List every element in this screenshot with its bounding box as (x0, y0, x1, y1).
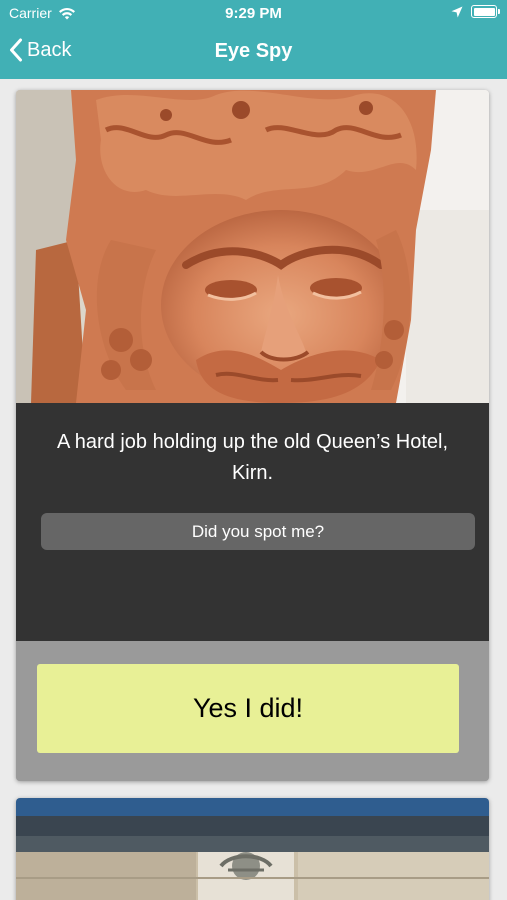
did-you-spot-me-button[interactable]: Did you spot me? (41, 513, 475, 550)
page-title: Eye Spy (214, 40, 293, 62)
app-header: Carrier 9:29 PM Back Eye Spy (0, 0, 507, 79)
status-time: 9:29 PM (225, 5, 282, 22)
next-card-photo (16, 798, 489, 900)
caption-panel: A hard job holding up the old Queen’s Ho… (16, 403, 489, 641)
status-bar: Carrier 9:29 PM (0, 0, 507, 28)
battery-icon (471, 5, 500, 18)
status-right-icons (451, 5, 500, 18)
eye-spy-card: A hard job holding up the old Queen’s Ho… (16, 90, 489, 781)
answer-panel: Yes I did! (16, 641, 489, 781)
location-arrow-icon (451, 6, 463, 17)
next-eye-spy-card[interactable] (16, 798, 489, 900)
navigation-bar: Back Eye Spy (0, 30, 507, 74)
yes-i-did-button[interactable]: Yes I did! (37, 664, 459, 753)
carving-photo (16, 90, 489, 403)
photo-caption: A hard job holding up the old Queen’s Ho… (56, 431, 449, 484)
